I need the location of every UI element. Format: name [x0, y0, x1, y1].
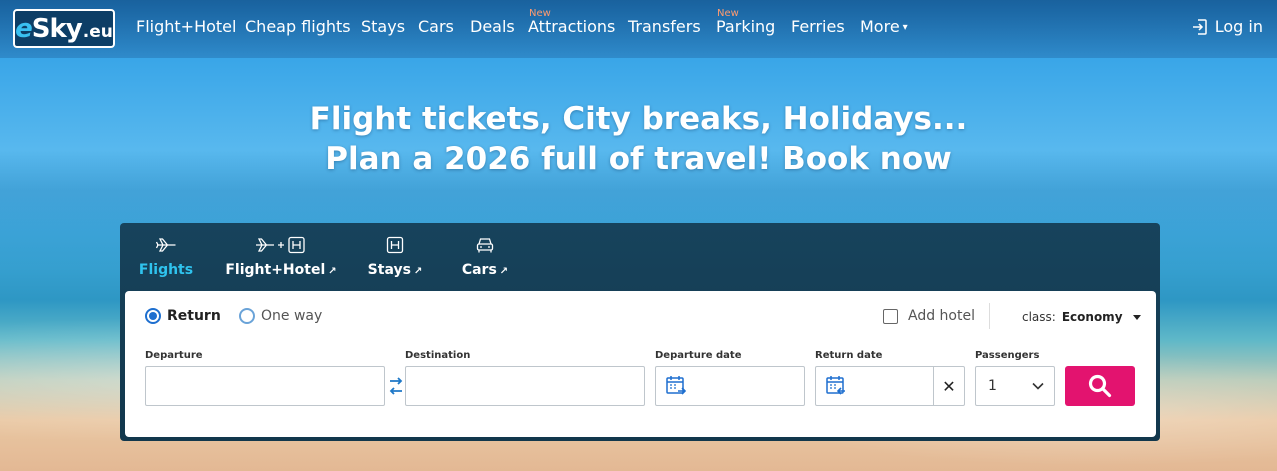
hero-headline-2: Plan a 2026 full of travel! Book now: [325, 141, 952, 177]
trip-type-return-label: Return: [167, 308, 221, 324]
chevron-down-icon: [1032, 382, 1044, 390]
departure-date-label: Departure date: [655, 350, 742, 361]
search-icon: [1088, 374, 1112, 398]
departure-input[interactable]: [145, 366, 385, 406]
car-icon: [475, 233, 495, 257]
add-hotel-checkbox[interactable]: Add hotel: [883, 308, 975, 324]
departure-label: Departure: [145, 350, 203, 361]
radio-selected-icon: [145, 308, 161, 324]
passengers-label: Passengers: [975, 350, 1040, 361]
nav-more[interactable]: More ▾: [860, 17, 908, 36]
logo-sky: Sky: [31, 13, 83, 44]
plane-icon: [155, 233, 177, 257]
nav-deals[interactable]: Deals: [470, 17, 515, 36]
tab-flight-hotel-label: Flight+Hotel ↗: [225, 262, 336, 278]
caret-down-icon: [1132, 314, 1141, 320]
esky-logo[interactable]: e Sky .eu: [13, 9, 115, 48]
login-label: Log in: [1214, 17, 1263, 36]
nav-cheap-flights[interactable]: Cheap flights: [245, 17, 351, 36]
calendar-return-icon: [826, 376, 845, 395]
tab-flight-hotel-text: Flight+Hotel: [225, 262, 326, 278]
destination-label: Destination: [405, 350, 471, 361]
nav-attractions[interactable]: Attractions: [528, 17, 615, 36]
hero-headline-1: Flight tickets, City breaks, Holidays...: [309, 101, 968, 137]
passengers-value: 1: [988, 378, 997, 394]
nav-stays[interactable]: Stays: [361, 17, 405, 36]
flight-search-form: Return One way Add hotel class: Economy …: [125, 291, 1156, 437]
nav-more-label: More: [860, 17, 900, 36]
class-value: Economy: [1061, 310, 1123, 324]
tab-stays-text: Stays: [367, 262, 411, 278]
nav-ferries[interactable]: Ferries: [791, 17, 845, 36]
add-hotel-label: Add hotel: [908, 308, 975, 324]
tab-stays-label: Stays ↗: [368, 262, 423, 278]
calendar-departure-icon: [666, 376, 687, 395]
trip-type-one-way-label: One way: [261, 308, 323, 324]
tab-flight-hotel[interactable]: Flight+Hotel ↗: [225, 223, 337, 289]
search-button[interactable]: [1065, 366, 1135, 406]
search-panel: Flights Flight+Hotel ↗ Stays ↗ Cars ↗ Re…: [120, 223, 1160, 441]
clear-return-date-button[interactable]: ✕: [933, 366, 964, 406]
tab-flights-label: Flights: [138, 262, 194, 278]
nav-transfers[interactable]: Transfers: [628, 17, 701, 36]
nav-cars[interactable]: Cars: [418, 17, 454, 36]
external-link-icon: ↗: [499, 266, 509, 277]
plane-plus-hotel-icon: [254, 233, 308, 257]
passengers-select[interactable]: 1: [975, 366, 1055, 406]
top-navigation-bar: e Sky .eu Flight+Hotel Cheap flights Stays…: [0, 0, 1277, 58]
checkbox-icon: [883, 308, 898, 324]
swap-icon[interactable]: [388, 374, 404, 398]
hotel-icon: [386, 233, 404, 257]
radio-unselected-icon: [239, 308, 255, 324]
external-link-icon: ↗: [328, 266, 337, 277]
nav-parking[interactable]: Parking: [716, 17, 775, 36]
tab-cars[interactable]: Cars ↗: [458, 223, 512, 289]
tab-stays[interactable]: Stays ↗: [366, 223, 424, 289]
tab-flights[interactable]: Flights: [138, 223, 194, 289]
destination-input[interactable]: [405, 366, 645, 406]
return-date-label: Return date: [815, 350, 883, 361]
external-link-icon: ↗: [413, 266, 423, 277]
nav-flight-hotel[interactable]: Flight+Hotel: [136, 17, 236, 36]
chevron-down-icon: ▾: [902, 22, 908, 33]
tab-cars-label: Cars ↗: [462, 262, 508, 278]
class-label: class:: [1022, 310, 1056, 324]
close-icon: ✕: [942, 376, 956, 396]
class-selector[interactable]: class: Economy: [1022, 310, 1141, 324]
login-icon: [1192, 18, 1207, 35]
logo-suffix: .eu: [82, 21, 113, 42]
logo-e: e: [15, 13, 33, 44]
login-button[interactable]: Log in: [1191, 17, 1263, 36]
trip-type-return[interactable]: Return: [145, 308, 221, 324]
divider: [989, 303, 990, 329]
tab-cars-text: Cars: [461, 262, 497, 278]
trip-type-one-way[interactable]: One way: [239, 308, 322, 324]
